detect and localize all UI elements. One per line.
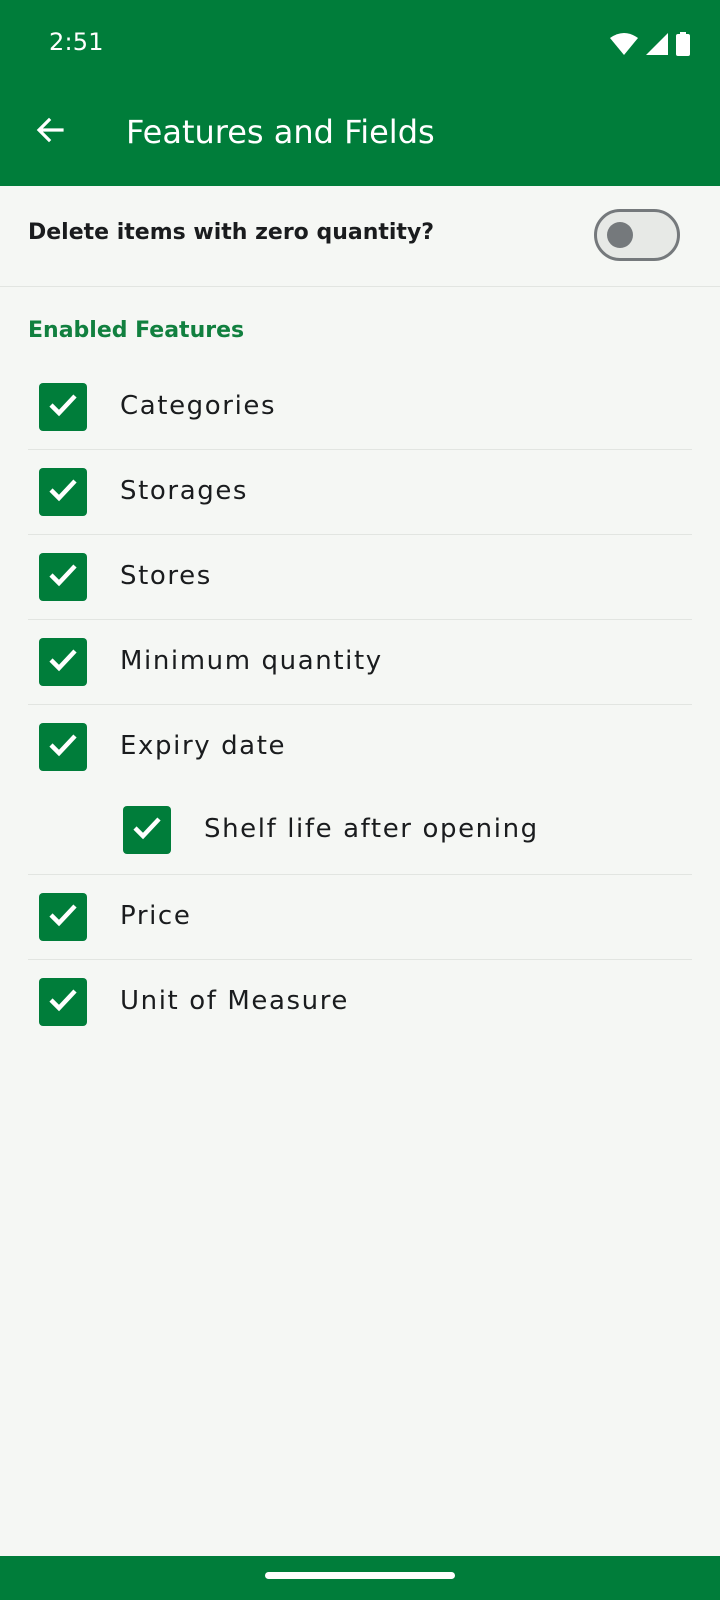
feature-label: Expiry date [120, 731, 287, 761]
wifi-icon [610, 33, 638, 55]
battery-icon [676, 32, 690, 56]
check-icon [45, 897, 81, 937]
feature-label: Categories [120, 391, 277, 421]
feature-row-shelf-life-after-opening[interactable]: Shelf life after opening [0, 790, 720, 875]
cellular-signal-icon [646, 33, 668, 55]
home-gesture-handle[interactable] [265, 1572, 455, 1579]
check-icon [45, 472, 81, 512]
arrow-back-icon [34, 114, 66, 150]
enabled-features-header: Enabled Features [28, 318, 245, 343]
feature-row-storages[interactable]: Storages [0, 450, 720, 535]
status-bar: 2:51 [0, 0, 720, 88]
top-app-bar-container: 2:51 Features and Fields [0, 0, 720, 186]
categories-checkbox[interactable] [39, 383, 87, 431]
check-icon [45, 642, 81, 682]
delete-zero-quantity-row[interactable]: Delete items with zero quantity? [0, 186, 720, 287]
price-checkbox[interactable] [39, 893, 87, 941]
feature-label: Stores [120, 561, 212, 591]
feature-row-price[interactable]: Price [0, 875, 720, 960]
status-time: 2:51 [49, 28, 104, 56]
enabled-features-list: Categories Storages Stores Minimum quant… [0, 365, 720, 1045]
page-title: Features and Fields [126, 113, 435, 151]
feature-label: Unit of Measure [120, 986, 350, 1016]
storages-checkbox[interactable] [39, 468, 87, 516]
check-icon [45, 387, 81, 427]
feature-row-unit-of-measure[interactable]: Unit of Measure [0, 960, 720, 1045]
minimum-quantity-checkbox[interactable] [39, 638, 87, 686]
feature-row-expiry-date[interactable]: Expiry date [0, 705, 720, 790]
feature-row-categories[interactable]: Categories [0, 365, 720, 450]
check-icon [45, 557, 81, 597]
app-bar: Features and Fields [0, 88, 720, 186]
delete-zero-quantity-label: Delete items with zero quantity? [28, 220, 435, 245]
app-screen: 2:51 Features and Fields Delete items wi… [0, 0, 720, 1600]
check-icon [45, 727, 81, 767]
shelf-life-after-opening-checkbox[interactable] [123, 806, 171, 854]
check-icon [129, 810, 165, 850]
feature-label: Price [120, 901, 192, 931]
feature-row-stores[interactable]: Stores [0, 535, 720, 620]
status-icons [610, 30, 690, 58]
stores-checkbox[interactable] [39, 553, 87, 601]
feature-label: Minimum quantity [120, 646, 383, 676]
delete-zero-quantity-switch[interactable] [594, 209, 680, 261]
back-button[interactable] [22, 104, 78, 160]
feature-label: Shelf life after opening [204, 814, 539, 844]
check-icon [45, 982, 81, 1022]
unit-of-measure-checkbox[interactable] [39, 978, 87, 1026]
navigation-bar [0, 1556, 720, 1600]
switch-thumb [607, 222, 633, 248]
feature-row-minimum-quantity[interactable]: Minimum quantity [0, 620, 720, 705]
expiry-date-checkbox[interactable] [39, 723, 87, 771]
feature-label: Storages [120, 476, 249, 506]
